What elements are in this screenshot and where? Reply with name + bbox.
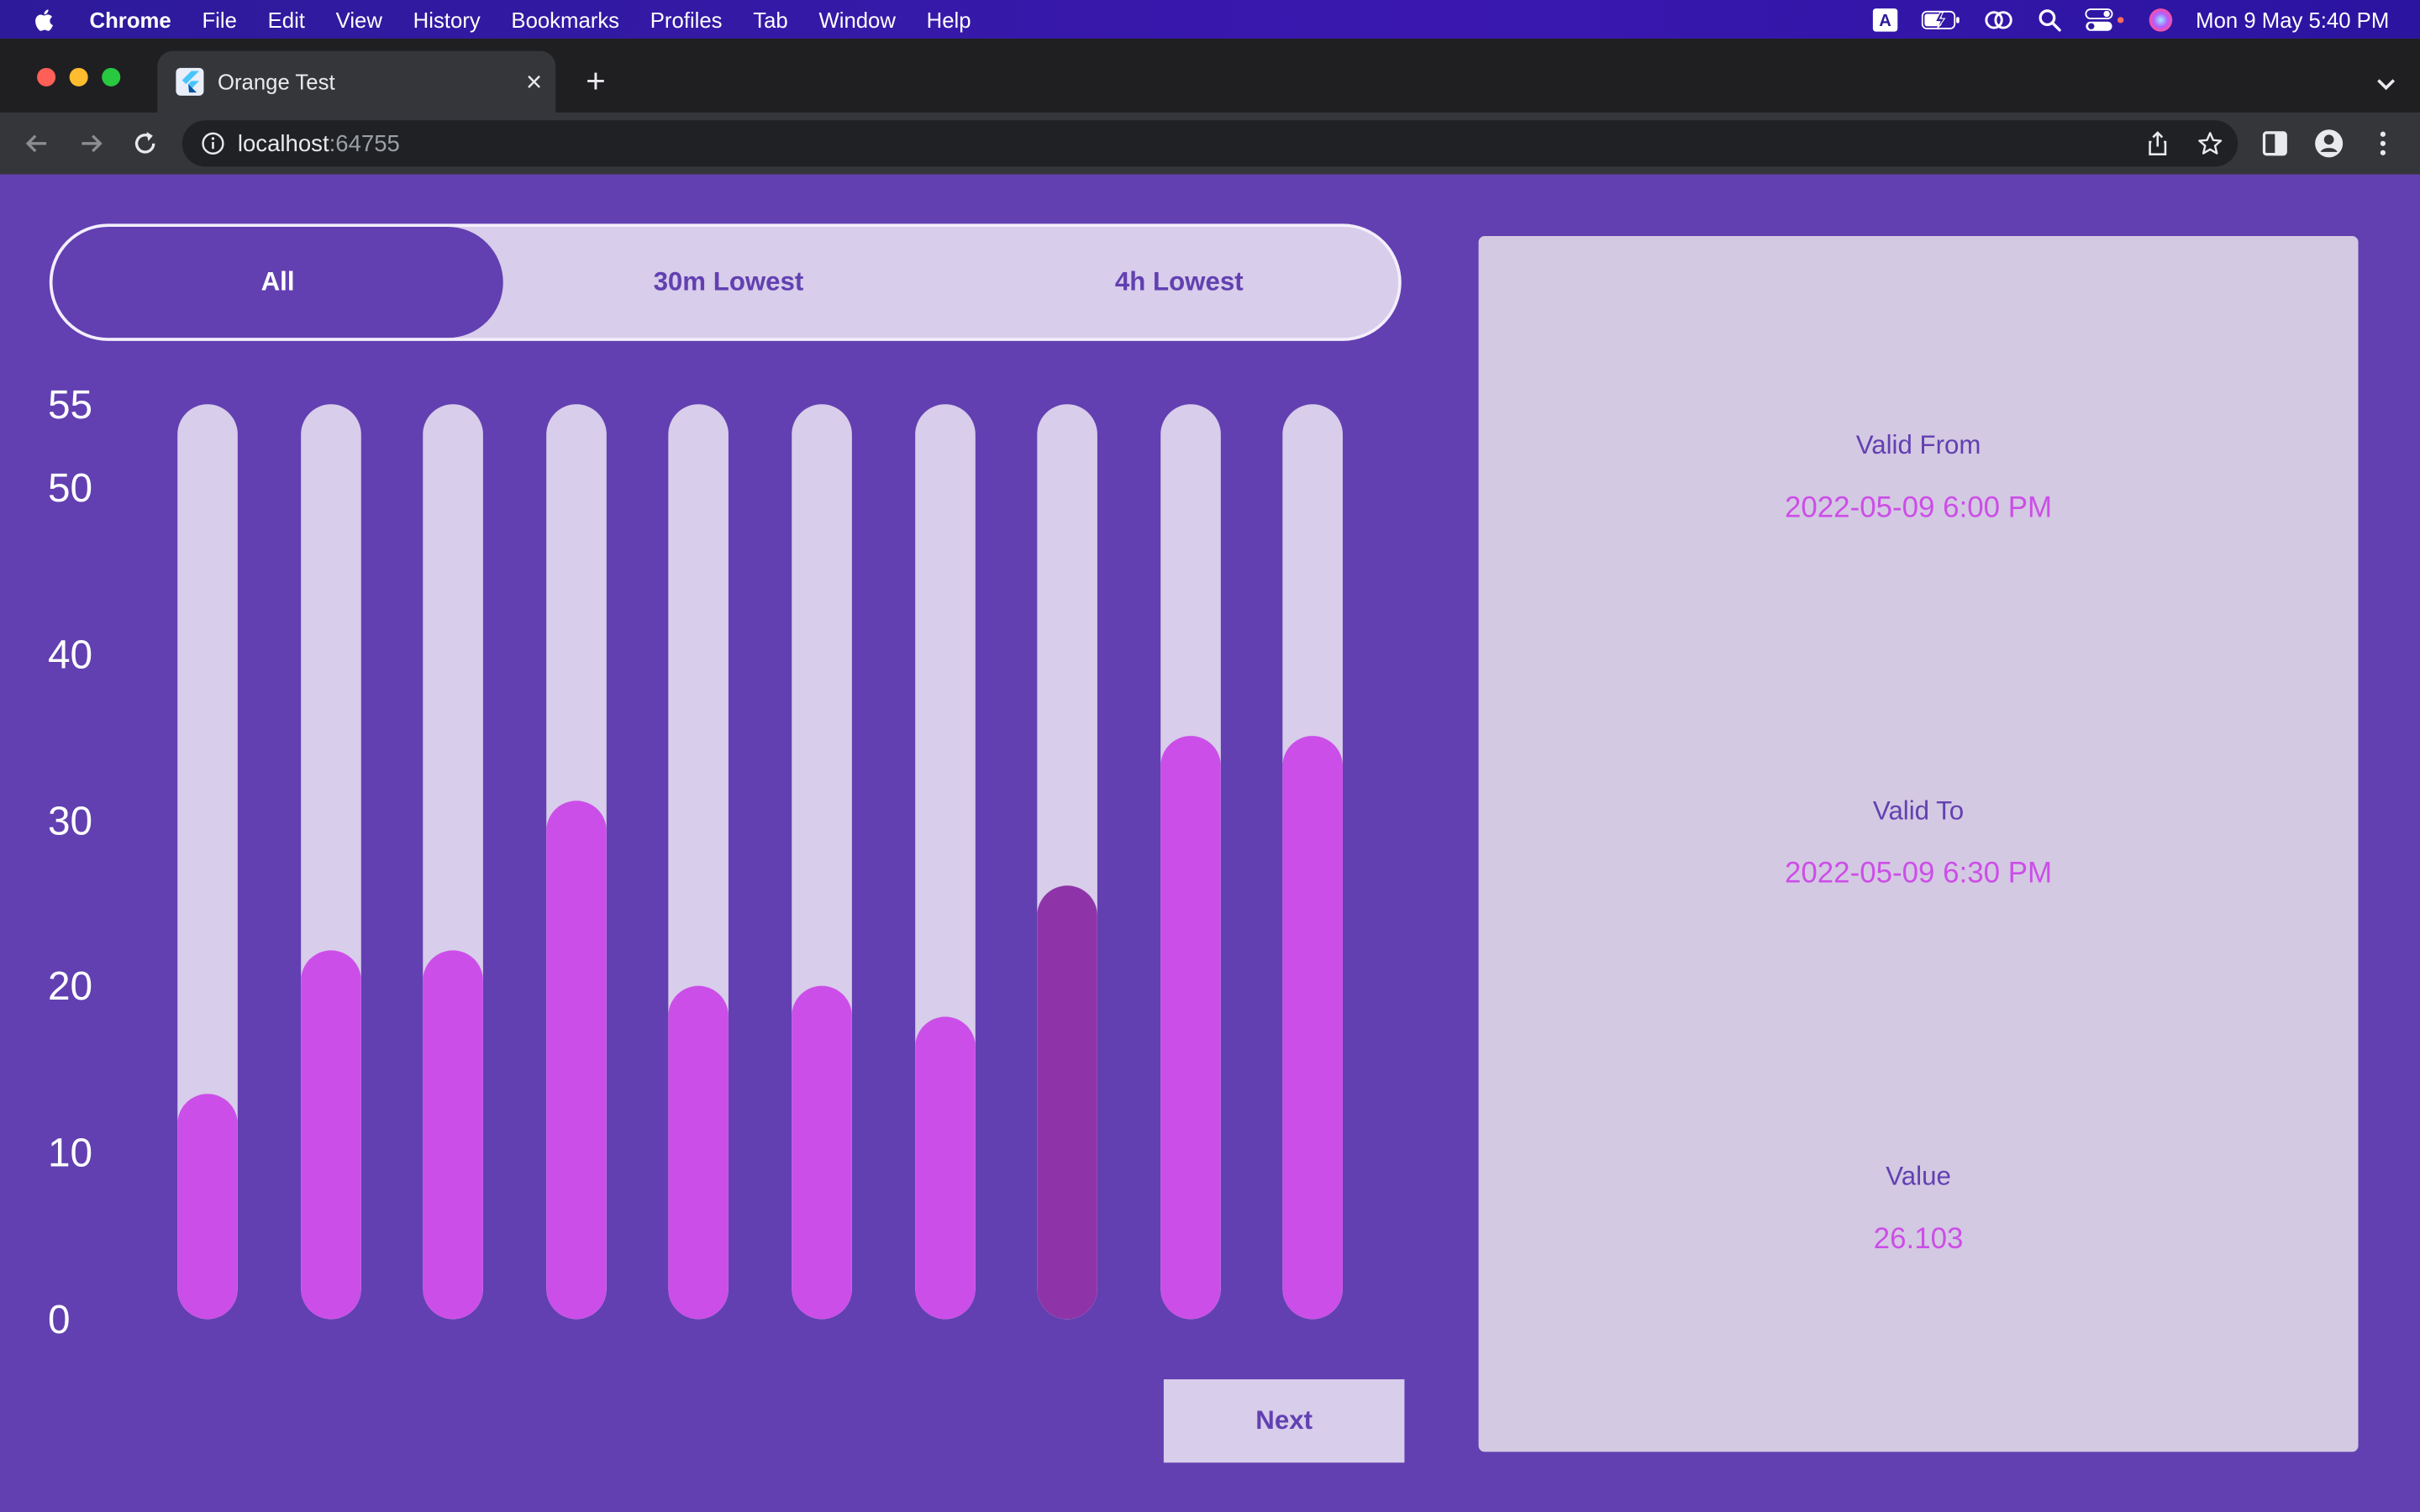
menu-help[interactable]: Help [927, 7, 971, 31]
browser-toolbar: localhost:64755 [0, 113, 2420, 175]
tab-close-icon[interactable]: × [513, 66, 555, 98]
zoom-window-button[interactable] [102, 67, 121, 87]
bar-track[interactable] [1160, 404, 1221, 1320]
reload-icon[interactable] [129, 128, 160, 159]
value-value: 26.103 [1873, 1223, 1964, 1257]
menu-history[interactable]: History [413, 7, 481, 31]
menubar-clock[interactable]: Mon 9 May 5:40 PM [2196, 7, 2389, 31]
menu-window[interactable]: Window [818, 7, 895, 31]
bookmark-star-icon[interactable] [2198, 131, 2223, 155]
y-axis-tick-label: 40 [47, 630, 93, 677]
bar-track[interactable] [1037, 404, 1098, 1320]
back-arrow-icon[interactable] [22, 128, 53, 159]
menu-profiles[interactable]: Profiles [650, 7, 723, 31]
new-tab-plus-icon[interactable]: + [577, 61, 614, 102]
next-button[interactable]: Next [1163, 1379, 1405, 1463]
menu-tab[interactable]: Tab [753, 7, 787, 31]
close-window-button[interactable] [37, 67, 56, 87]
valid-to-label: Valid To [1872, 795, 1965, 826]
bar-track[interactable] [914, 404, 976, 1320]
control-center-icon[interactable] [2084, 7, 2125, 31]
bar-track[interactable] [1283, 404, 1344, 1320]
valid-from-value: 2022-05-09 6:00 PM [1784, 491, 2053, 525]
spotlight-icon[interactable] [2035, 7, 2063, 31]
battery-icon[interactable] [1921, 7, 1961, 31]
profile-avatar-icon[interactable] [2313, 128, 2344, 159]
value-label: Value [1886, 1162, 1951, 1191]
bar-value-selected[interactable] [1037, 885, 1098, 1320]
tab-title: Orange Test [217, 69, 335, 95]
url-host: localhost [237, 130, 329, 157]
browser-tab[interactable]: Orange Test × [157, 50, 556, 113]
bar-track[interactable] [423, 404, 484, 1320]
share-icon[interactable] [2145, 131, 2170, 155]
site-info-icon[interactable] [201, 131, 225, 155]
bar-value[interactable] [792, 986, 852, 1320]
forward-arrow-icon[interactable] [76, 128, 107, 159]
bar-track[interactable] [300, 404, 361, 1320]
bar-value[interactable] [545, 800, 607, 1320]
bar-track[interactable] [669, 404, 729, 1320]
y-axis-tick-label: 20 [47, 963, 93, 1010]
y-axis-tick-label: 55 [47, 381, 93, 428]
flutter-favicon-icon [176, 67, 204, 96]
bar-track[interactable] [177, 404, 238, 1320]
time-range-segmented-control: All 30m Lowest 4h Lowest [49, 223, 1402, 341]
macos-menu-bar: Chrome File Edit View History Bookmarks … [0, 0, 2420, 39]
menu-view[interactable]: View [336, 7, 382, 31]
menu-edit[interactable]: Edit [268, 7, 305, 31]
apple-icon[interactable] [31, 5, 59, 33]
minimize-window-button[interactable] [69, 67, 88, 87]
url-port: :64755 [329, 130, 400, 157]
bar-value[interactable] [914, 1016, 976, 1320]
y-axis-tick-label: 10 [47, 1129, 93, 1176]
siri-icon[interactable] [2146, 7, 2174, 31]
address-bar[interactable]: localhost:64755 [182, 120, 2238, 167]
bar-value[interactable] [177, 1095, 238, 1320]
bar-value[interactable] [1160, 735, 1221, 1320]
slot-detail-card: Valid From 2022-05-09 6:00 PM Valid To 2… [1478, 236, 2359, 1452]
bar-value[interactable] [300, 949, 361, 1320]
chrome-menu-kebab-icon[interactable] [2368, 128, 2399, 159]
y-axis-tick-label: 30 [47, 796, 93, 843]
segment-all[interactable]: All [52, 227, 503, 339]
menu-file[interactable]: File [202, 7, 236, 31]
y-axis-tick-label: 0 [47, 1295, 71, 1342]
menu-bookmarks[interactable]: Bookmarks [511, 7, 619, 31]
app-page: All 30m Lowest 4h Lowest 0 10 20 30 40 50 55 N… [0, 174, 2420, 1512]
bar-value[interactable] [1283, 735, 1344, 1320]
segment-30m-lowest[interactable]: 30m Lowest [503, 227, 954, 338]
bar-value[interactable] [669, 986, 729, 1320]
side-panel-icon[interactable] [2260, 128, 2291, 159]
segment-4h-lowest[interactable]: 4h Lowest [954, 227, 1398, 338]
bar-track[interactable] [792, 404, 852, 1320]
y-axis-tick-label: 50 [47, 464, 93, 511]
valid-to-value: 2022-05-09 6:30 PM [1784, 858, 2053, 890]
tab-search-chevron-icon[interactable] [2370, 68, 2402, 99]
bar-value[interactable] [423, 949, 484, 1320]
svg-text:A: A [1880, 11, 1892, 29]
bar-track[interactable] [545, 404, 607, 1320]
valid-from-label: Valid From [1855, 430, 1981, 460]
input-source-icon[interactable]: A [1871, 7, 1899, 31]
menubar-status-area: A Mon 9 May 5:40 PM [1871, 0, 2389, 39]
menu-app-chrome[interactable]: Chrome [90, 7, 171, 31]
screen-mirror-icon[interactable] [1983, 7, 2014, 31]
